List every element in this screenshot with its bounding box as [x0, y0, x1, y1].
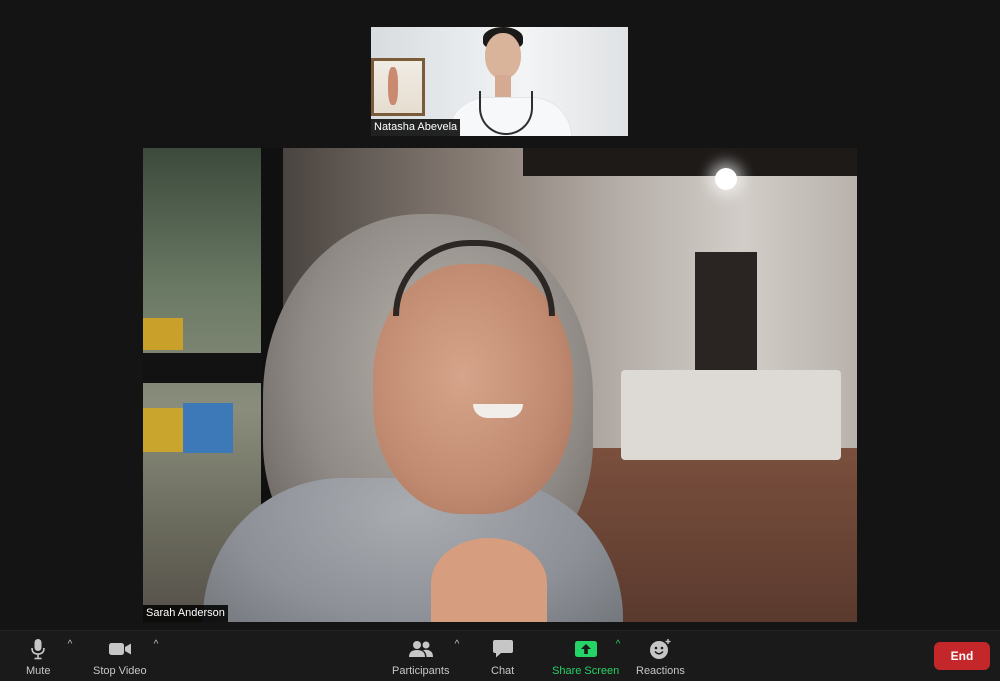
background-object [183, 403, 233, 453]
speaker-shirt [431, 538, 547, 622]
thumbnail-video-tile[interactable]: Natasha Abevela [371, 27, 628, 136]
chat-label: Chat [491, 665, 515, 677]
audio-options-caret[interactable]: ^ [63, 639, 77, 650]
stop-video-label: Stop Video [93, 665, 147, 677]
participants-button[interactable]: Participants [392, 637, 449, 677]
video-camera-icon [108, 637, 132, 661]
share-screen-button[interactable]: Share Screen [552, 637, 619, 677]
background-object [143, 408, 183, 452]
table [621, 370, 841, 460]
video-options-caret[interactable]: ^ [149, 639, 163, 650]
thumbnail-name-tag: Natasha Abevela [371, 119, 461, 136]
chat-button[interactable]: Chat [491, 637, 514, 677]
doorway [695, 252, 757, 372]
stop-video-button[interactable]: Stop Video [93, 637, 147, 677]
participants-options-caret[interactable]: ^ [450, 639, 464, 650]
end-meeting-button[interactable]: End [934, 642, 990, 670]
participant-face [485, 33, 521, 79]
mute-label: Mute [26, 665, 51, 677]
share-screen-label: Share Screen [552, 665, 620, 677]
emoji-icon [649, 637, 671, 661]
main-video-tile[interactable]: Sarah Anderson [143, 148, 857, 622]
chat-bubble-icon [492, 637, 514, 661]
ceiling [523, 148, 857, 176]
participants-label: Participants [392, 665, 450, 677]
reactions-button[interactable]: Reactions [636, 637, 685, 677]
video-stage: Natasha Abevela Sarah Anderson [0, 0, 1000, 630]
speaker-smile [473, 404, 523, 418]
ceiling-light [715, 168, 737, 190]
background-object [143, 318, 183, 350]
participants-icon [408, 637, 434, 661]
main-name-tag: Sarah Anderson [143, 605, 228, 622]
share-options-caret[interactable]: ^ [611, 639, 625, 650]
reactions-label: Reactions [636, 665, 685, 677]
microphone-icon [30, 637, 46, 661]
anatomy-poster [371, 58, 425, 116]
share-screen-icon [574, 637, 598, 661]
meeting-toolbar: Mute ^ Stop Video ^ Participants ^ Chat … [0, 630, 1000, 681]
mute-button[interactable]: Mute [26, 637, 50, 677]
